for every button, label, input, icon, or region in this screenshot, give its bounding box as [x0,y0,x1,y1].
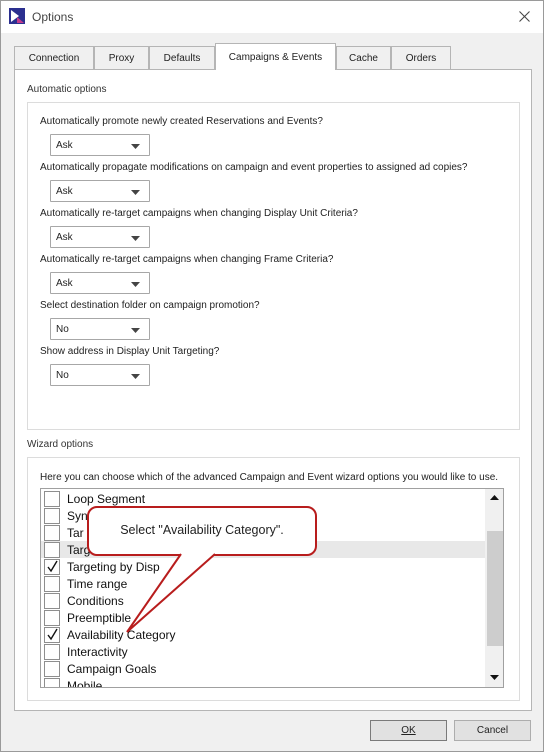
tab-orders[interactable]: Orders [391,46,451,69]
close-icon [518,10,530,22]
wizard-intro-text: Here you can choose which of the advance… [40,472,499,483]
checkbox[interactable] [44,610,60,626]
propagate-dropdown[interactable]: Ask [50,180,150,202]
list-item-label: Targeting by Disp [67,560,160,574]
list-item-targeting-by-display[interactable]: Targeting by Disp [41,558,485,575]
retarget-display-unit-dropdown[interactable]: Ask [50,226,150,248]
checkbox[interactable] [44,508,60,524]
dropdown-value: No [56,324,69,335]
instruction-callout: Select "Availability Category". [87,506,317,556]
chevron-down-icon [131,236,140,241]
list-item-campaign-goals[interactable]: Campaign Goals [41,660,485,677]
list-item-preemptible[interactable]: Preemptible [41,609,485,626]
question-retarget-display-unit: Automatically re-target campaigns when c… [40,208,358,219]
cancel-button[interactable]: Cancel [454,720,531,741]
list-item-interactivity[interactable]: Interactivity [41,643,485,660]
tab-proxy[interactable]: Proxy [94,46,149,69]
list-item-label: Conditions [67,594,124,608]
list-scrollbar[interactable] [485,489,503,687]
scroll-thumb[interactable] [487,531,503,646]
dropdown-value: Ask [56,140,73,151]
destination-folder-dropdown[interactable]: No [50,318,150,340]
cancel-button-label: Cancel [476,725,509,736]
list-item-label: Loop Segment [67,492,146,506]
tab-campaigns-events[interactable]: Campaigns & Events [215,43,336,70]
checkbox[interactable] [44,576,60,592]
ok-button[interactable]: OK [370,720,447,741]
list-item-loop-segment[interactable]: Loop Segment [41,490,485,507]
automatic-options-label: Automatic options [27,84,107,95]
list-item-label: Preemptible [67,611,132,625]
promote-dropdown[interactable]: Ask [50,134,150,156]
checkbox[interactable] [44,491,60,507]
chevron-down-icon [131,328,140,333]
options-dialog: Options Connection Proxy Defaults Campai… [0,0,544,752]
list-item-mobile[interactable]: Mobile [41,677,485,688]
checkbox[interactable] [44,627,60,643]
callout-text: Select "Availability Category". [120,523,284,537]
chevron-down-icon [131,144,140,149]
close-button[interactable] [509,3,539,29]
list-item-availability-category[interactable]: Availability Category [41,626,485,643]
question-show-address: Show address in Display Unit Targeting? [40,346,220,357]
checkbox[interactable] [44,593,60,609]
list-item-time-range[interactable]: Time range [41,575,485,592]
list-item-label: Availability Category [67,628,176,642]
checkbox[interactable] [44,559,60,575]
list-item-label: Tar [67,526,84,540]
checkmark-icon [47,628,58,641]
dropdown-value: No [56,370,69,381]
chevron-down-icon [131,282,140,287]
arrow-up-icon [489,494,499,500]
dropdown-value: Ask [56,186,73,197]
list-item-label: Mobile [67,679,103,688]
dropdown-value: Ask [56,278,73,289]
list-item-conditions[interactable]: Conditions [41,592,485,609]
question-propagate: Automatically propagate modifications on… [40,162,468,173]
retarget-frame-dropdown[interactable]: Ask [50,272,150,294]
scroll-up-button[interactable] [485,489,503,505]
title-bar: Options [1,1,543,33]
list-item-label: Interactivity [67,645,128,659]
checkmark-icon [47,560,58,573]
question-promote: Automatically promote newly created Rese… [40,116,323,127]
checkbox[interactable] [44,678,60,687]
app-logo-icon [9,8,25,24]
checkbox[interactable] [44,542,60,558]
arrow-down-icon [489,674,499,680]
wizard-options-label: Wizard options [27,439,94,450]
checkbox[interactable] [44,525,60,541]
checkbox[interactable] [44,661,60,677]
ok-button-label: OK [401,725,416,736]
window-title: Options [32,10,74,24]
checkbox[interactable] [44,644,60,660]
question-destination-folder: Select destination folder on campaign pr… [40,300,260,311]
list-item-label: Time range [67,577,128,591]
chevron-down-icon [131,374,140,379]
tab-cache[interactable]: Cache [336,46,391,69]
scroll-down-button[interactable] [485,669,503,685]
chevron-down-icon [131,190,140,195]
list-item-label: Syn [67,509,88,523]
dropdown-value: Ask [56,232,73,243]
list-item-label: Campaign Goals [67,662,157,676]
tab-defaults[interactable]: Defaults [149,46,215,69]
show-address-dropdown[interactable]: No [50,364,150,386]
question-retarget-frame: Automatically re-target campaigns when c… [40,254,334,265]
tab-connection[interactable]: Connection [14,46,94,69]
